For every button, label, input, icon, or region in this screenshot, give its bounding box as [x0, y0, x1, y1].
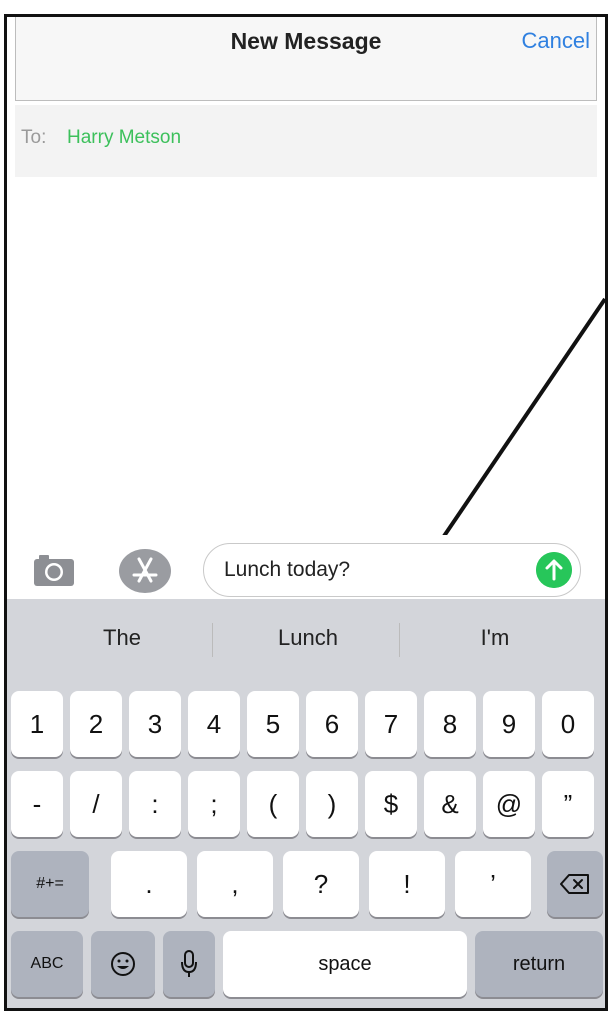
key-emoji[interactable]	[91, 931, 155, 997]
key-1[interactable]: 1	[11, 691, 63, 757]
key-comma[interactable]: ,	[197, 851, 273, 917]
cancel-button[interactable]: Cancel	[522, 28, 590, 54]
key-ampersand[interactable]: &	[424, 771, 476, 837]
key-quote[interactable]: ”	[542, 771, 594, 837]
key-3[interactable]: 3	[129, 691, 181, 757]
to-field[interactable]: To: Harry Metson	[15, 105, 597, 177]
nav-bar: New Message Cancel	[15, 17, 597, 101]
key-apostrophe[interactable]: ’	[455, 851, 531, 917]
key-open-paren[interactable]: (	[247, 771, 299, 837]
camera-icon[interactable]	[33, 553, 75, 587]
key-close-paren[interactable]: )	[306, 771, 358, 837]
phone-screen: New Message Cancel To: Harry Metson Lunc…	[4, 14, 608, 1011]
key-return[interactable]: return	[475, 931, 603, 997]
key-5[interactable]: 5	[247, 691, 299, 757]
key-space[interactable]: space	[223, 931, 467, 997]
compose-bar: Lunch today?	[7, 535, 605, 607]
emoji-icon	[111, 952, 135, 976]
key-4[interactable]: 4	[188, 691, 240, 757]
key-dictation[interactable]	[163, 931, 215, 997]
key-dollar[interactable]: $	[365, 771, 417, 837]
key-question[interactable]: ?	[283, 851, 359, 917]
predictive-bar: The Lunch I'm	[7, 599, 605, 685]
suggestion-lunch[interactable]: Lunch	[213, 625, 403, 651]
message-input-text: Lunch today?	[224, 558, 351, 581]
key-hyphen[interactable]: -	[11, 771, 63, 837]
message-input[interactable]: Lunch today?	[203, 543, 581, 597]
key-abc[interactable]: ABC	[11, 931, 83, 997]
key-at[interactable]: @	[483, 771, 535, 837]
keyboard: The Lunch I'm 1 2 3 4 5 6 7 8 9 0 - / : …	[7, 599, 605, 1008]
key-0[interactable]: 0	[542, 691, 594, 757]
send-arrow-icon[interactable]	[536, 552, 572, 588]
page-title: New Message	[230, 28, 382, 54]
key-2[interactable]: 2	[70, 691, 122, 757]
key-exclamation[interactable]: !	[369, 851, 445, 917]
app-store-icon[interactable]	[117, 547, 173, 595]
key-semicolon[interactable]: ;	[188, 771, 240, 837]
key-7[interactable]: 7	[365, 691, 417, 757]
suggestion-the[interactable]: The	[27, 625, 217, 651]
backspace-icon	[560, 874, 589, 894]
recipient-chip[interactable]: Harry Metson	[67, 127, 181, 149]
top-caption-fragment	[0, 0, 616, 14]
to-label: To:	[21, 127, 47, 148]
message-thread-area	[15, 177, 597, 537]
key-6[interactable]: 6	[306, 691, 358, 757]
microphone-icon	[181, 950, 197, 977]
key-8[interactable]: 8	[424, 691, 476, 757]
key-more-symbols[interactable]: #+=	[11, 851, 89, 917]
key-slash[interactable]: /	[70, 771, 122, 837]
key-period[interactable]: .	[111, 851, 187, 917]
key-colon[interactable]: :	[129, 771, 181, 837]
suggestion-im[interactable]: I'm	[400, 625, 590, 651]
key-9[interactable]: 9	[483, 691, 535, 757]
key-backspace[interactable]	[547, 851, 603, 917]
